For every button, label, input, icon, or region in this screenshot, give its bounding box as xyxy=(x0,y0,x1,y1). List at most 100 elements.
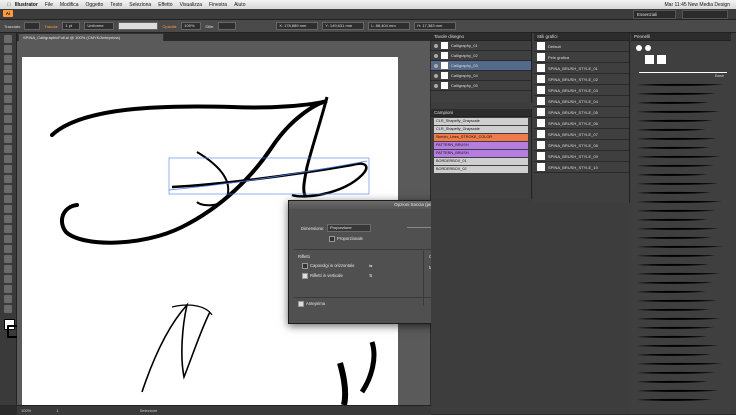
brush-stroke-preview[interactable] xyxy=(637,191,711,194)
rectangle-tool-icon[interactable] xyxy=(4,105,12,113)
search-input[interactable] xyxy=(682,10,728,19)
blend-tool-icon[interactable] xyxy=(4,245,12,253)
graphic-style-row[interactable]: SPINA_BRUSH_STYLE_07 xyxy=(534,129,629,140)
rotate-tool-icon[interactable] xyxy=(4,155,12,163)
swatch-row[interactable]: BORDERBOX_01 xyxy=(434,158,528,165)
menu-testo[interactable]: Testo xyxy=(110,2,122,8)
brush-stroke-preview[interactable] xyxy=(637,290,706,293)
visibility-icon[interactable] xyxy=(434,53,438,58)
graphic-style-row[interactable]: SPINA_BRUSH_STYLE_08 xyxy=(534,140,629,151)
stroke-label[interactable]: Traccia: xyxy=(44,24,58,29)
visibility-icon[interactable] xyxy=(434,83,438,88)
brush-stroke-preview[interactable] xyxy=(637,137,717,140)
brush-stroke-preview[interactable] xyxy=(637,380,708,383)
brush-stroke-preview[interactable] xyxy=(637,155,721,158)
line-tool-icon[interactable] xyxy=(4,95,12,103)
y-field[interactable]: Y: 149,631 mm xyxy=(322,22,365,30)
selection-tool-icon[interactable] xyxy=(4,35,12,43)
app-menu[interactable]: Illustrator xyxy=(15,2,38,8)
gradient-tool-icon[interactable] xyxy=(4,225,12,233)
artboard-row[interactable]: Calligraphy_02 xyxy=(431,51,531,61)
magic-wand-tool-icon[interactable] xyxy=(4,55,12,63)
brush-stroke-preview[interactable] xyxy=(637,209,715,212)
fill-swatch[interactable] xyxy=(24,22,41,30)
eyedropper-tool-icon[interactable] xyxy=(4,235,12,243)
menu-effetto[interactable]: Effetto xyxy=(158,2,172,8)
flip-across-checkbox[interactable]: Rifletti in verticale xyxy=(302,273,343,279)
menu-finestra[interactable]: Finestra xyxy=(209,2,227,8)
brush-stroke-preview[interactable] xyxy=(637,182,718,185)
paintbrush-tool-icon[interactable] xyxy=(4,115,12,123)
swatch-row[interactable]: BORDERBOX_02 xyxy=(434,166,528,173)
graphic-style-row[interactable]: SPINA_BRUSH_STYLE_04 xyxy=(534,96,629,107)
brush-stroke-preview[interactable] xyxy=(637,317,721,320)
symbol-sprayer-tool-icon[interactable] xyxy=(4,255,12,263)
brush-stroke-preview[interactable] xyxy=(637,308,710,311)
brush-stroke-preview[interactable] xyxy=(637,371,715,374)
graphic-style-row[interactable]: Pele grafica xyxy=(534,52,629,63)
swatch-row[interactable]: CLR_Shapefly_Grayscale xyxy=(434,118,528,125)
swatch-row[interactable]: PATTERN_BRUSH xyxy=(434,150,528,157)
brush-stroke-preview[interactable] xyxy=(637,353,711,356)
swatch-row[interactable]: Sketch_Lines_STROKE_COLOR xyxy=(434,134,528,141)
brush-stroke-preview[interactable] xyxy=(637,200,722,203)
graphic-style-row[interactable]: SPINA_BRUSH_STYLE_10 xyxy=(534,162,629,173)
brush-stroke-preview[interactable] xyxy=(637,110,720,113)
brush-stroke-preview[interactable] xyxy=(637,362,722,365)
opacity-label[interactable]: Opacità: xyxy=(162,24,177,29)
brush-stroke-preview[interactable] xyxy=(637,254,716,257)
width-field[interactable]: L: 88,404 mm xyxy=(368,22,411,30)
opacity-field[interactable]: 100% xyxy=(181,22,202,30)
menu-aiuto[interactable]: Aiuto xyxy=(234,2,245,8)
shape-builder-tool-icon[interactable] xyxy=(4,195,12,203)
pen-tool-icon[interactable] xyxy=(4,75,12,83)
brush-dot-icon[interactable] xyxy=(636,45,642,51)
graphic-style-select[interactable] xyxy=(218,22,237,30)
eraser-tool-icon[interactable] xyxy=(4,145,12,153)
proportional-checkbox[interactable]: Proporzionale xyxy=(329,236,363,242)
type-tool-icon[interactable] xyxy=(4,85,12,93)
workspace-switcher[interactable]: Essenziali xyxy=(633,10,676,19)
brush-stroke-preview[interactable] xyxy=(637,344,718,347)
brush-stroke-preview[interactable] xyxy=(637,218,708,221)
swatch-row[interactable]: PATTERN_BRUSH xyxy=(434,142,528,149)
visibility-icon[interactable] xyxy=(434,43,438,48)
menu-seleziona[interactable]: Seleziona xyxy=(129,2,151,8)
brush-stroke-preview[interactable] xyxy=(637,101,709,104)
brush-stroke-preview[interactable] xyxy=(637,128,706,131)
free-transform-tool-icon[interactable] xyxy=(4,185,12,193)
brush-stroke-preview[interactable] xyxy=(637,119,713,122)
graphic-style-row[interactable]: SPINA_BRUSH_STYLE_06 xyxy=(534,118,629,129)
size-method-select[interactable]: Proporzione xyxy=(327,224,371,232)
artboard-row[interactable]: Calligraphy_03 xyxy=(431,61,531,71)
artboard-tool-icon[interactable] xyxy=(4,275,12,283)
brush-swatch-icon[interactable] xyxy=(657,55,666,64)
page-number[interactable]: 1 xyxy=(56,408,58,413)
brush-stroke-preview[interactable] xyxy=(637,272,720,275)
brush-swatch-icon[interactable] xyxy=(645,55,654,64)
apple-icon[interactable]:  xyxy=(7,2,11,8)
artboard-row[interactable]: Calligraphy_04 xyxy=(431,71,531,81)
blob-brush-tool-icon[interactable] xyxy=(4,135,12,143)
menu-file[interactable]: File xyxy=(45,2,53,8)
preview-checkbox[interactable]: Anteprima xyxy=(298,301,325,307)
brush-stroke-preview[interactable] xyxy=(637,389,719,392)
graphic-style-row[interactable]: SPINA_BRUSH_STYLE_03 xyxy=(534,85,629,96)
mesh-tool-icon[interactable] xyxy=(4,215,12,223)
brush-stroke-preview[interactable] xyxy=(637,299,717,302)
slice-tool-icon[interactable] xyxy=(4,285,12,293)
height-field[interactable]: H: 17,383 mm xyxy=(414,22,457,30)
width-tool-icon[interactable] xyxy=(4,175,12,183)
brush-stroke-preview[interactable] xyxy=(637,227,719,230)
brush-stroke-preview[interactable] xyxy=(637,326,714,329)
brush-stroke-preview[interactable] xyxy=(637,164,714,167)
graph-tool-icon[interactable] xyxy=(4,265,12,273)
lasso-tool-icon[interactable] xyxy=(4,65,12,73)
direct-selection-tool-icon[interactable] xyxy=(4,45,12,53)
menu-modifica[interactable]: Modifica xyxy=(60,2,79,8)
menu-visualizza[interactable]: Visualizza xyxy=(180,2,202,8)
flip-along-checkbox[interactable]: Capovolgi in orizzontale xyxy=(302,263,354,269)
artboard-row[interactable]: Calligraphy_05 xyxy=(431,81,531,91)
hand-tool-icon[interactable] xyxy=(4,295,12,303)
brush-stroke-preview[interactable] xyxy=(637,92,716,95)
